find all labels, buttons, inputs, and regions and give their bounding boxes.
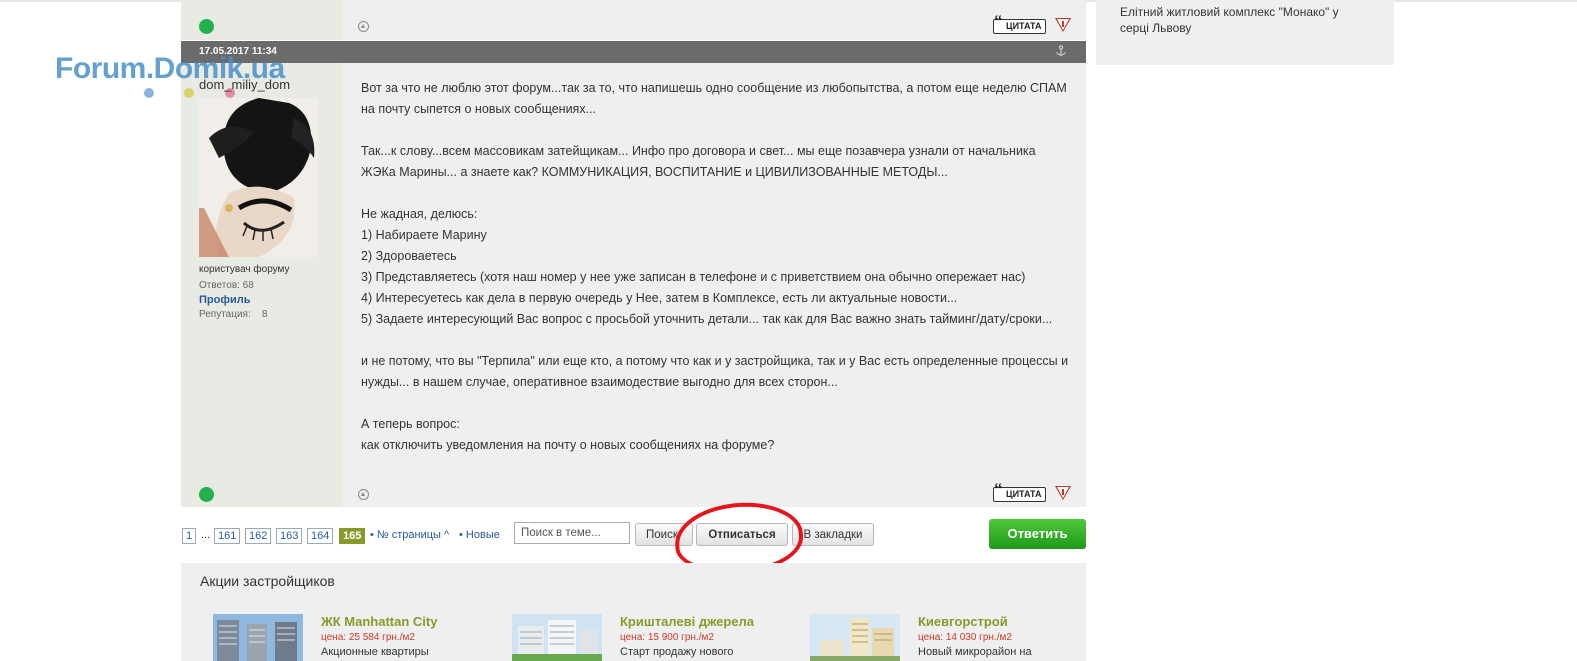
post-username[interactable]: dom_miliy_dom	[199, 77, 290, 92]
page-current: 165	[339, 528, 366, 544]
post-header-bar	[181, 41, 1086, 63]
page-link[interactable]: 161	[214, 528, 241, 544]
promo-image[interactable]	[213, 614, 303, 661]
user-profile-link[interactable]: Профиль	[199, 294, 250, 306]
search-in-topic-input[interactable]	[514, 522, 630, 544]
previous-post-body	[342, 0, 1086, 40]
page-link-first[interactable]: 1	[182, 528, 197, 544]
post-list-item: 3) Представляетесь (хотя наш номер у нее…	[361, 270, 1026, 284]
promo-image[interactable]	[512, 614, 602, 661]
online-status-icon	[199, 19, 214, 34]
promo-description: Старт продажу нового	[620, 646, 734, 658]
pagination-ellipsis: ...	[201, 529, 211, 541]
report-mark	[1062, 489, 1064, 495]
post-paragraph: Вот за что не люблю этот форум...так за …	[361, 81, 1067, 116]
promo-description: Акционные квартиры	[321, 646, 429, 658]
post-paragraph: А теперь вопрос:	[361, 417, 460, 431]
promo-image[interactable]	[810, 614, 900, 661]
logo-dot-yellow	[184, 88, 194, 98]
promo-name[interactable]: ЖК Manhattan City	[321, 614, 437, 629]
post-text: Вот за что не люблю этот форум...так за …	[361, 78, 1071, 456]
promo-name[interactable]: Киевгорстрой	[918, 614, 1008, 629]
user-role: користувач форуму	[199, 264, 290, 275]
scroll-top-icon[interactable]	[358, 21, 369, 32]
scroll-top-icon[interactable]	[358, 489, 369, 500]
post-list-item: 4) Интересуетесь как дела в первую очере…	[361, 291, 958, 305]
bookmarks-button[interactable]: В закладки	[792, 523, 874, 546]
page-number-link[interactable]: • № страницы ^	[370, 529, 449, 541]
promo-name[interactable]: Кришталеві джерела	[620, 614, 754, 629]
online-status-icon	[199, 487, 214, 502]
post-list-item: 5) Задаете интересующий Вас вопрос с про…	[361, 312, 1053, 326]
promo-price: цена: 14 030 грн./м2	[918, 632, 1012, 643]
report-mark	[1062, 21, 1064, 27]
post-list-item: 2) Здороваетесь	[361, 249, 457, 263]
reply-button[interactable]: Ответить	[989, 519, 1086, 549]
page-link[interactable]: 164	[307, 528, 334, 544]
promotions-title: Акции застройщиков	[200, 573, 335, 589]
new-posts-link[interactable]: • Новые	[459, 529, 500, 541]
post-link-icon[interactable]	[1055, 45, 1067, 57]
user-replies-count: Ответов: 68	[199, 280, 254, 291]
quote-button[interactable]: ЦИТАТА	[993, 483, 1047, 502]
post-paragraph: Не жадная, делюсь:	[361, 207, 478, 221]
promo-price: цена: 25 584 грн./м2	[321, 632, 415, 643]
post-list-item: 1) Набираете Марину	[361, 228, 487, 242]
post-paragraph: как отключить уведомления на почту о нов…	[361, 438, 775, 452]
logo-dot-blue	[144, 88, 154, 98]
page-link[interactable]: 162	[245, 528, 272, 544]
promo-price: цена: 15 900 грн./м2	[620, 632, 714, 643]
post-paragraph: Так...к слову...всем массовикам затейщик…	[361, 144, 1036, 179]
quote-button[interactable]: ЦИТАТА	[993, 15, 1047, 34]
sidebar-complex-link[interactable]: Елітний житловий комплекс "Монако" у сер…	[1120, 4, 1360, 36]
page-link[interactable]: 163	[276, 528, 303, 544]
user-reputation: Репутация: 8	[199, 309, 268, 320]
post-paragraph: и не потому, что вы "Терпила" или еще кт…	[361, 354, 1069, 389]
user-avatar[interactable]	[199, 98, 318, 257]
promo-description: Новый микрорайон на	[918, 646, 1032, 658]
